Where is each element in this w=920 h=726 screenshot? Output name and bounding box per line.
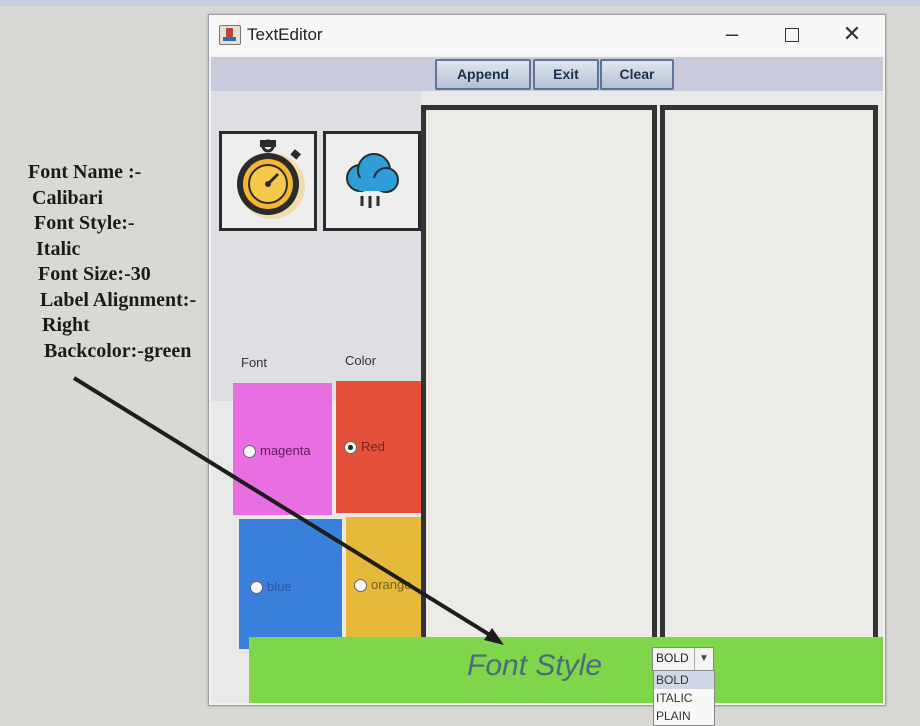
annotation-arrow	[72, 376, 504, 645]
